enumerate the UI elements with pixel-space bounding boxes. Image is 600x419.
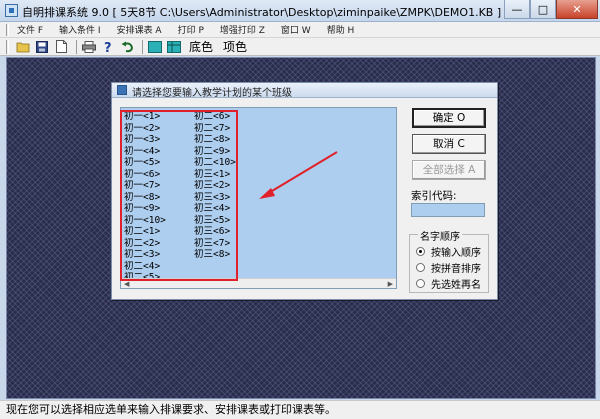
- cancel-button[interactable]: 取消 C: [412, 134, 486, 154]
- radio-icon[interactable]: [416, 263, 425, 272]
- menu-file[interactable]: 文件 F: [17, 23, 43, 36]
- item-color-button[interactable]: 项色: [223, 38, 247, 55]
- table-view-icon[interactable]: [166, 39, 182, 54]
- new-document-icon[interactable]: [53, 39, 69, 54]
- radio-input-order[interactable]: 按输入顺序: [416, 244, 481, 259]
- menu-grip[interactable]: [6, 23, 9, 36]
- menu-enhanced-print[interactable]: 增强打印 Z: [220, 23, 265, 36]
- grid-view-icon[interactable]: [147, 39, 163, 54]
- toolbar-grip[interactable]: [6, 39, 9, 54]
- help-icon[interactable]: ?: [100, 39, 116, 54]
- window-title: 自明排课系统 9.0 [ 5天8节 C:\Users\Administrator…: [22, 6, 502, 19]
- menu-input-conditions[interactable]: 输入条件 I: [59, 23, 101, 36]
- background-color-button[interactable]: 底色: [189, 38, 213, 55]
- dialog-icon: [117, 85, 127, 95]
- radio-pinyin-order[interactable]: 按拼音排序: [416, 260, 481, 275]
- name-order-group: 名字顺序 按输入顺序 按拼音排序 先选姓再名: [409, 228, 489, 293]
- save-icon[interactable]: [34, 39, 50, 54]
- undo-icon[interactable]: [119, 39, 135, 54]
- print-icon[interactable]: [81, 39, 97, 54]
- index-code-label: 索引代码:: [411, 190, 457, 202]
- maximize-button[interactable]: □: [530, 0, 556, 19]
- close-button[interactable]: ✕: [556, 0, 598, 19]
- window-controls: — □ ✕: [504, 0, 598, 19]
- menu-window[interactable]: 窗口 W: [281, 23, 311, 36]
- menu-bar: 文件 F 输入条件 I 安排课表 A 打印 P 增强打印 Z 窗口 W 帮助 H: [0, 22, 600, 38]
- scroll-left-icon[interactable]: ◀: [124, 280, 129, 288]
- title-bar[interactable]: 自明排课系统 9.0 [ 5天8节 C:\Users\Administrator…: [0, 0, 600, 22]
- dialog-title: 请选择您要输入教学计划的某个班级: [132, 88, 292, 99]
- toolbar-separator: [76, 39, 77, 54]
- index-code-input[interactable]: [411, 203, 485, 217]
- radio-label: 先选姓再名: [431, 280, 481, 291]
- radio-label: 按拼音排序: [431, 264, 481, 275]
- highlight-box: [120, 110, 238, 281]
- toolbar-separator: [142, 39, 143, 54]
- status-bar: 现在您可以选择相应选单来输入排课要求、安排课表或打印课表等。: [0, 400, 600, 419]
- menu-help[interactable]: 帮助 H: [327, 23, 355, 36]
- radio-surname-first[interactable]: 先选姓再名: [416, 276, 481, 291]
- dialog-title-bar[interactable]: 请选择您要输入教学计划的某个班级: [112, 83, 497, 99]
- radio-icon[interactable]: [416, 279, 425, 288]
- menu-print[interactable]: 打印 P: [178, 23, 204, 36]
- radio-label: 按输入顺序: [431, 248, 481, 259]
- app-icon[interactable]: [5, 4, 18, 17]
- toolbar: ? 底色 项色: [0, 38, 600, 56]
- ok-button[interactable]: 确定 O: [412, 108, 486, 128]
- radio-icon[interactable]: [416, 247, 425, 256]
- svg-text:?: ?: [104, 41, 112, 54]
- minimize-button[interactable]: —: [504, 0, 530, 19]
- open-folder-icon[interactable]: [15, 39, 31, 54]
- red-arrow-icon: [259, 151, 338, 199]
- name-order-label: 名字顺序: [418, 228, 462, 243]
- scroll-right-icon[interactable]: ▶: [388, 280, 393, 288]
- select-all-button[interactable]: 全部选择 A: [412, 160, 486, 180]
- menu-arrange-schedule[interactable]: 安排课表 A: [117, 23, 162, 36]
